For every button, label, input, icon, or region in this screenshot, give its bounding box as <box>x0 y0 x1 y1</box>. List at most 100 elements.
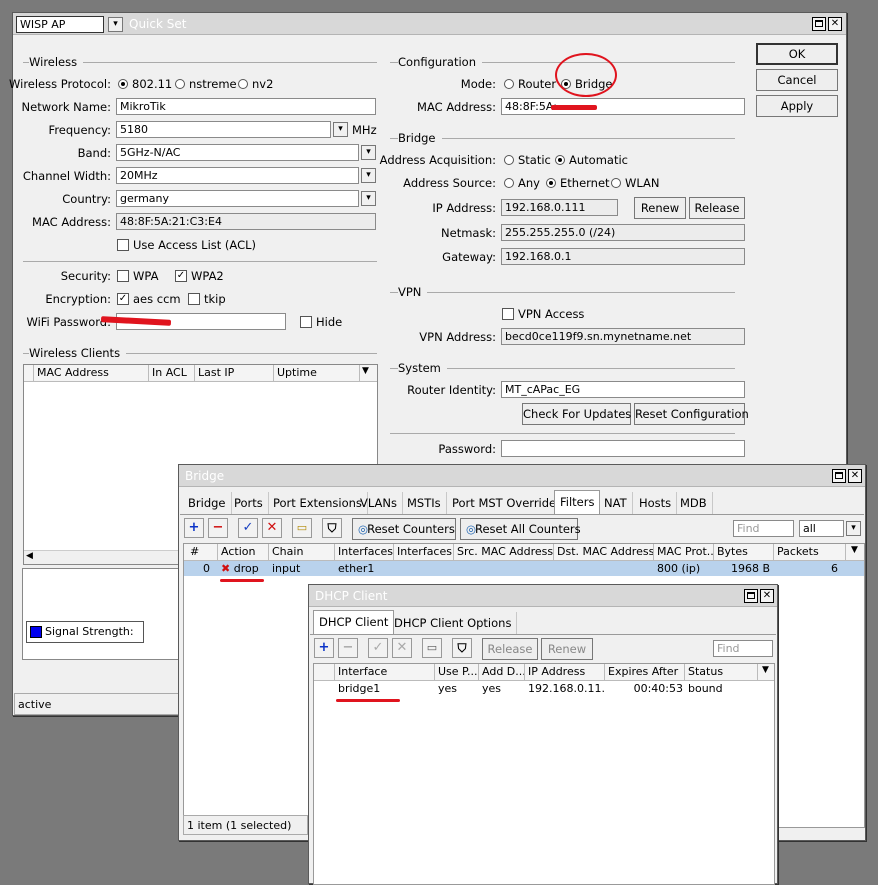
dhcp-release-button[interactable]: Release <box>482 638 538 660</box>
column-menu-icon[interactable]: ▼ <box>362 366 369 376</box>
source-ethernet-radio[interactable] <box>546 178 556 188</box>
mode-router-radio[interactable] <box>504 79 514 89</box>
band-field[interactable]: 5GHz-N/AC <box>116 144 359 161</box>
bridge-maximize-icon[interactable] <box>832 469 846 483</box>
tab-ports[interactable]: Ports <box>229 492 269 514</box>
comment-icon[interactable]: ▭ <box>292 518 312 538</box>
mode-select[interactable]: WISP AP <box>16 16 104 33</box>
col-use-peer[interactable]: Use P... <box>435 664 479 680</box>
release-button[interactable]: Release <box>689 197 745 219</box>
band-dropdown-icon[interactable]: ▾ <box>361 145 376 160</box>
bridge-find-input[interactable]: Find <box>733 520 794 537</box>
config-mac-field[interactable]: 48:8F:5A: <box>501 98 745 115</box>
tab-mstis[interactable]: MSTIs <box>402 492 447 514</box>
enc-aes-checkbox[interactable]: ✓ <box>117 293 129 305</box>
tab-dhcp-client[interactable]: DHCP Client <box>313 610 395 634</box>
source-any-radio[interactable] <box>504 178 514 188</box>
tab-bridge[interactable]: Bridge <box>183 492 232 514</box>
protocol-nv2-radio[interactable] <box>238 79 248 89</box>
apply-button[interactable]: Apply <box>756 95 838 117</box>
protocol-80211-radio[interactable] <box>118 79 128 89</box>
reset-all-counters-button[interactable]: ◎ Reset All Counters <box>460 518 581 540</box>
dhcp-find-input[interactable]: Find <box>713 640 773 657</box>
channel-width-dropdown-icon[interactable]: ▾ <box>361 168 376 183</box>
scroll-left-icon[interactable]: ◀ <box>26 551 33 561</box>
channel-width-field[interactable]: 20MHz <box>116 167 359 184</box>
col-ip-address[interactable]: IP Address <box>525 664 605 680</box>
vpn-access-checkbox[interactable] <box>502 308 514 320</box>
router-identity-field[interactable]: MT_cAPac_EG <box>501 381 745 398</box>
col-num[interactable]: # <box>184 544 218 560</box>
col-chain[interactable]: Chain <box>269 544 335 560</box>
security-wpa-checkbox[interactable] <box>117 270 129 282</box>
tab-filters[interactable]: Filters <box>554 490 601 514</box>
mode-select-arrow[interactable]: ▾ <box>108 17 123 32</box>
reset-counters-button[interactable]: ◎ Reset Counters <box>352 518 456 540</box>
ok-button[interactable]: OK <box>756 43 838 65</box>
frequency-dropdown-icon[interactable]: ▾ <box>333 122 348 137</box>
tab-hosts[interactable]: Hosts <box>634 492 678 514</box>
col-packets[interactable]: Packets <box>774 544 846 560</box>
country-field[interactable]: germany <box>116 190 359 207</box>
check-updates-button[interactable]: Check For Updates <box>522 403 631 425</box>
bridge-close-icon[interactable]: ✕ <box>848 469 862 483</box>
maximize-icon[interactable] <box>812 17 826 31</box>
col-mac-protocol[interactable]: MAC Prot... <box>654 544 714 560</box>
close-icon[interactable]: ✕ <box>828 17 842 31</box>
add-icon[interactable]: + <box>184 518 204 538</box>
col-in-interface[interactable]: Interfaces... <box>335 544 394 560</box>
admin-password-field[interactable] <box>501 440 745 457</box>
col-in-acl[interactable]: In ACL <box>149 365 195 381</box>
dhcp-add-icon[interactable]: + <box>314 638 334 658</box>
acq-automatic-radio[interactable] <box>555 155 565 165</box>
col-expires-after[interactable]: Expires After <box>605 664 685 680</box>
col-add-default[interactable]: Add D... <box>479 664 525 680</box>
source-wlan-radio[interactable] <box>611 178 621 188</box>
tab-mdb[interactable]: MDB <box>675 492 713 514</box>
acq-static-radio[interactable] <box>504 155 514 165</box>
col-src-mac[interactable]: Src. MAC Address... <box>454 544 554 560</box>
tab-nat[interactable]: NAT <box>599 492 633 514</box>
dhcp-table[interactable]: Interface Use P... Add D... IP Address E… <box>313 663 775 885</box>
dhcp-enable-icon[interactable]: ✓ <box>368 638 388 658</box>
col-interface[interactable]: Interface <box>335 664 435 680</box>
table-row[interactable]: bridge1 yes yes 192.168.0.11... 00:40:53… <box>314 681 774 696</box>
col-bytes[interactable]: Bytes <box>714 544 774 560</box>
reset-configuration-button[interactable]: Reset Configuration <box>634 403 749 425</box>
dhcp-filter-icon[interactable]: ⛉ <box>452 638 472 658</box>
bridge-column-menu-icon[interactable]: ▼ <box>851 545 858 555</box>
col-dst-mac[interactable]: Dst. MAC Address... <box>554 544 654 560</box>
tab-vlans[interactable]: VLANs <box>355 492 403 514</box>
security-wpa2-checkbox[interactable]: ✓ <box>175 270 187 282</box>
disable-icon[interactable]: ✕ <box>262 518 282 538</box>
protocol-nstreme-radio[interactable] <box>175 79 185 89</box>
renew-button[interactable]: Renew <box>634 197 686 219</box>
hide-password-checkbox[interactable] <box>300 316 312 328</box>
col-status[interactable]: Status <box>685 664 758 680</box>
col-action[interactable]: Action <box>218 544 269 560</box>
col-uptime[interactable]: Uptime <box>274 365 360 381</box>
use-acl-checkbox[interactable] <box>117 239 129 251</box>
country-dropdown-icon[interactable]: ▾ <box>361 191 376 206</box>
dhcp-close-icon[interactable]: ✕ <box>760 589 774 603</box>
cancel-button[interactable]: Cancel <box>756 69 838 91</box>
enable-icon[interactable]: ✓ <box>238 518 258 538</box>
enc-tkip-checkbox[interactable] <box>188 293 200 305</box>
col-mac[interactable]: MAC Address <box>34 365 149 381</box>
col-last-ip[interactable]: Last IP <box>195 365 274 381</box>
dhcp-maximize-icon[interactable] <box>744 589 758 603</box>
dhcp-remove-icon[interactable]: − <box>338 638 358 658</box>
remove-icon[interactable]: − <box>208 518 228 538</box>
frequency-field[interactable]: 5180 <box>116 121 331 138</box>
dhcp-column-menu-icon[interactable]: ▼ <box>762 665 769 675</box>
bridge-filter-dropdown-icon[interactable]: ▾ <box>846 521 861 536</box>
tab-port-mst-overrides[interactable]: Port MST Overrides <box>447 492 569 514</box>
dhcp-renew-button[interactable]: Renew <box>541 638 593 660</box>
filter-icon[interactable]: ⛉ <box>322 518 342 538</box>
dhcp-comment-icon[interactable]: ▭ <box>422 638 442 658</box>
bridge-filter-select[interactable]: all <box>799 520 844 537</box>
table-row[interactable]: 0 ✖ drop input ether1 800 (ip) 1968 B 6 <box>184 561 864 576</box>
tab-dhcp-client-options[interactable]: DHCP Client Options <box>389 612 518 634</box>
dhcp-disable-icon[interactable]: ✕ <box>392 638 412 658</box>
col-out-interface[interactable]: Interfaces... <box>394 544 454 560</box>
